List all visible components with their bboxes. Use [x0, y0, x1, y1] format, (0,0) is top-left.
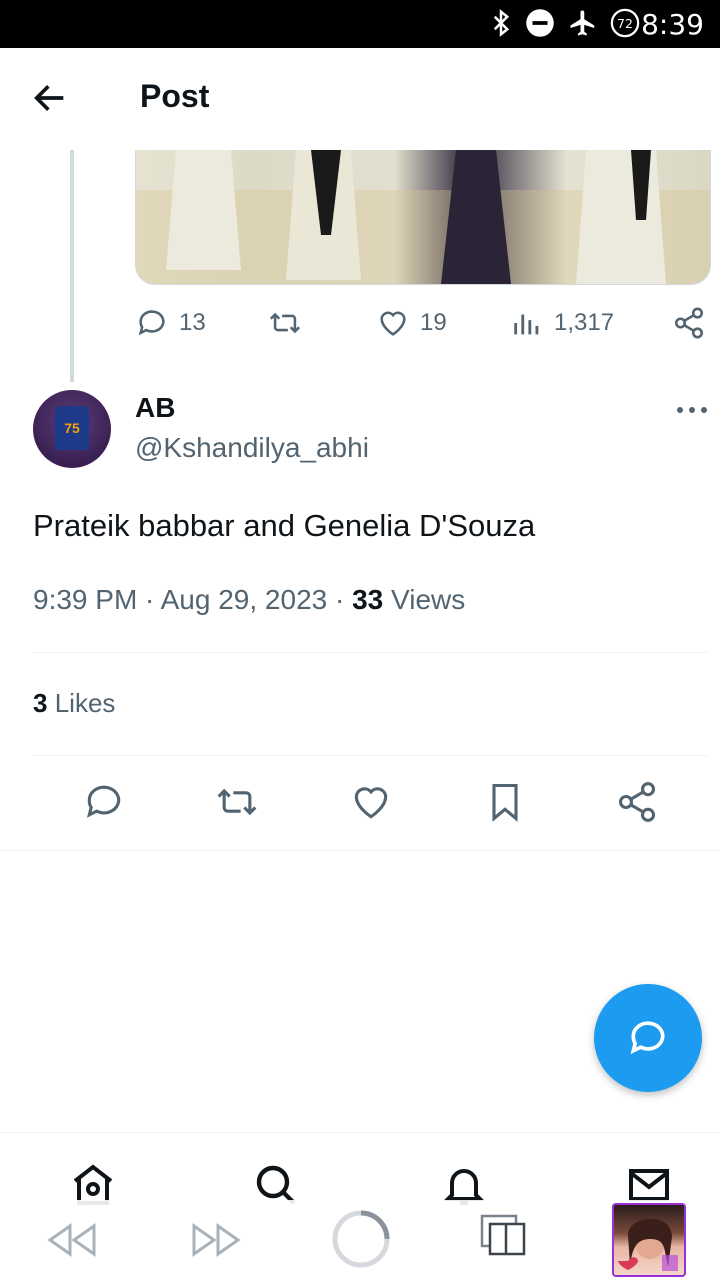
rewind-icon[interactable]: [44, 1220, 98, 1260]
tweet-text: Prateik babbar and Genelia D'Souza: [33, 508, 536, 543]
dnd-icon: [526, 9, 554, 37]
battery-icon: 72: [610, 8, 640, 38]
parent-views-count: 1,317: [554, 309, 615, 336]
share-icon: [674, 307, 704, 339]
views-count: 33: [352, 584, 384, 615]
thumbnail-illustration: [618, 1218, 678, 1271]
like-button[interactable]: [349, 780, 393, 824]
battery-level: 72: [617, 16, 633, 31]
tweet-action-bar: [0, 780, 720, 828]
reply-icon: [138, 310, 165, 336]
like-icon: [380, 311, 406, 336]
divider: [33, 652, 709, 653]
like-icon: [354, 787, 388, 819]
divider: [0, 850, 720, 851]
share-icon: [618, 782, 656, 822]
avatar[interactable]: 75: [33, 390, 111, 468]
page-title: Post: [140, 78, 210, 114]
loading-icon[interactable]: [330, 1208, 392, 1270]
retweet-icon: [217, 788, 257, 816]
likes-summary[interactable]: 3 Likes: [33, 688, 115, 719]
bookmark-icon: [492, 783, 518, 822]
views-icon: [514, 314, 539, 335]
parent-like-button[interactable]: 19: [376, 306, 447, 340]
back-arrow-icon[interactable]: [30, 78, 70, 118]
reply-icon: [86, 785, 121, 818]
bluetooth-icon: [493, 9, 510, 37]
parent-reply-button[interactable]: 13: [135, 306, 206, 340]
more-icon[interactable]: [672, 398, 712, 422]
views-label: Views: [391, 584, 466, 615]
top-app-bar: Post: [0, 48, 720, 150]
tweet-time[interactable]: 9:39 PM: [33, 584, 137, 615]
avatar-jersey: 75: [55, 406, 89, 450]
retweet-icon: [269, 312, 301, 334]
reply-button[interactable]: [82, 780, 126, 824]
parent-tweet-image[interactable]: [135, 150, 711, 285]
parent-reply-count: 13: [179, 309, 206, 336]
parent-views-button[interactable]: 1,317: [510, 306, 614, 340]
compose-icon: [630, 1021, 665, 1055]
author-handle[interactable]: @Kshandilya_abhi: [135, 432, 369, 464]
author-name[interactable]: AB: [135, 392, 175, 424]
parent-tweet-actions: 13 19 1,317: [0, 306, 720, 350]
parent-retweet-button[interactable]: [268, 306, 312, 340]
compose-button[interactable]: [594, 984, 702, 1092]
clock: 8:39: [641, 8, 704, 41]
parent-like-count: 19: [420, 309, 447, 336]
likes-count: 3: [33, 688, 48, 718]
bookmark-button[interactable]: [483, 780, 527, 824]
parent-image-illustration: [136, 150, 710, 284]
status-bar: 72 8:39: [0, 0, 720, 48]
airplane-icon: [570, 10, 595, 36]
share-button[interactable]: [615, 780, 659, 824]
profile-thumbnail[interactable]: [612, 1203, 686, 1277]
retweet-button[interactable]: [215, 780, 259, 824]
tweet-date[interactable]: Aug 29, 2023: [161, 584, 328, 615]
parent-share-button[interactable]: [672, 306, 716, 340]
tabs-icon[interactable]: [480, 1214, 528, 1258]
likes-label: Likes: [54, 688, 116, 718]
divider: [33, 755, 709, 756]
tweet-metadata: 9:39 PM · Aug 29, 2023 · 33 Views: [33, 584, 466, 615]
fast-forward-icon[interactable]: [190, 1220, 244, 1260]
